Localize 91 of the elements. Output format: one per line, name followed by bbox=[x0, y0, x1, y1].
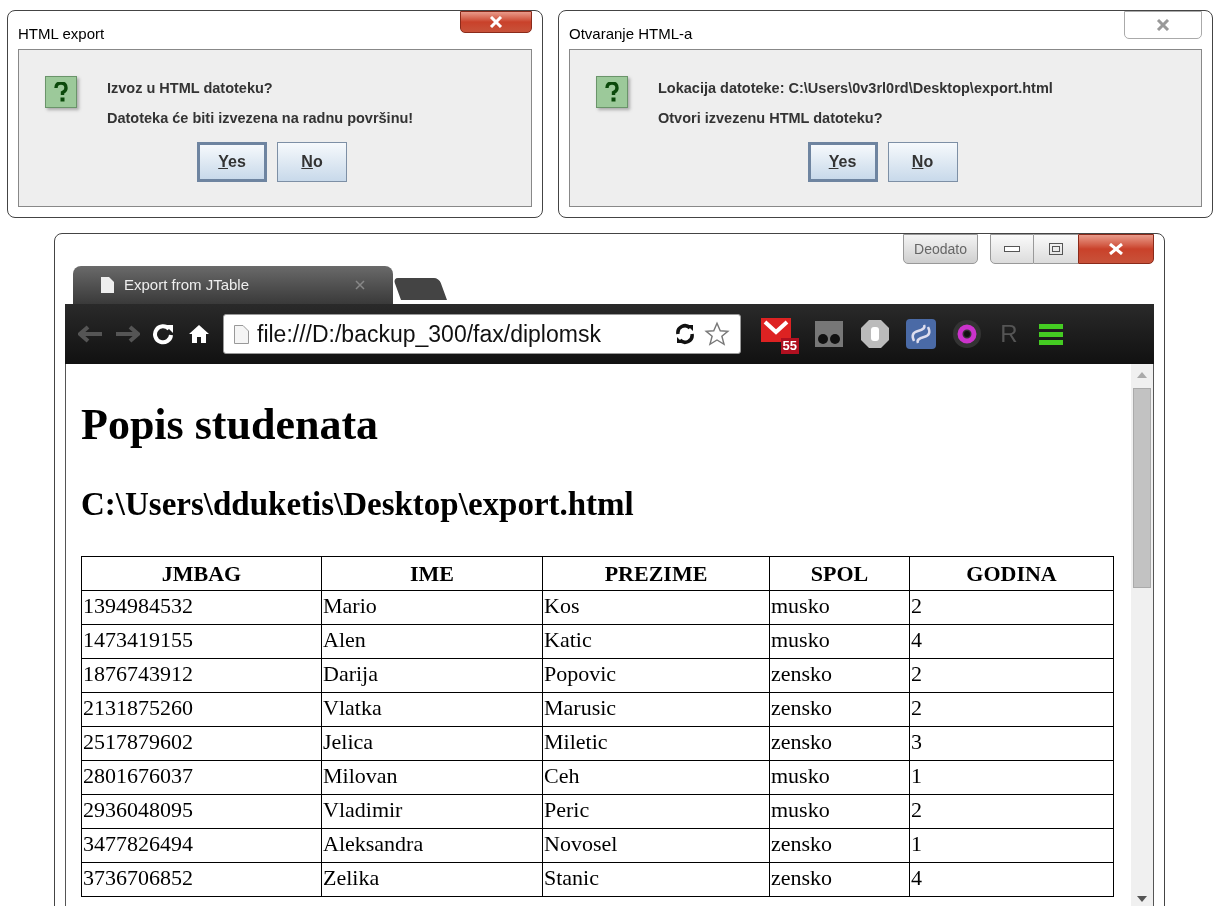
close-icon[interactable] bbox=[355, 280, 365, 290]
question-icon bbox=[596, 76, 628, 108]
table-cell: Kos bbox=[542, 590, 770, 625]
table-cell: musko bbox=[769, 590, 910, 625]
table-cell: musko bbox=[769, 624, 910, 659]
close-icon bbox=[489, 16, 503, 28]
table-cell: Popovic bbox=[542, 658, 770, 693]
dialog-message: Otvori izvezenu HTML datoteku? bbox=[658, 108, 884, 128]
table-cell: Zelika bbox=[321, 862, 543, 897]
table-cell: 2801676037 bbox=[81, 760, 322, 795]
table-cell: Peric bbox=[542, 794, 770, 829]
mail-count-badge: 55 bbox=[780, 338, 799, 354]
table-cell: 2 bbox=[909, 794, 1114, 829]
maximize-icon bbox=[1049, 243, 1063, 255]
page-subheading: C:\Users\dduketis\Desktop\export.html bbox=[81, 485, 635, 524]
tab-title: Export from JTable bbox=[124, 274, 251, 295]
table-cell: Mario bbox=[321, 590, 543, 625]
table-cell: zensko bbox=[769, 862, 910, 897]
minimize-button[interactable] bbox=[990, 234, 1034, 264]
table-cell: 1 bbox=[909, 760, 1114, 795]
table-cell: musko bbox=[769, 760, 910, 795]
table-cell: zensko bbox=[769, 658, 910, 693]
table-cell: zensko bbox=[769, 692, 910, 727]
table-cell: Vlatka bbox=[321, 692, 543, 727]
table-cell: Alen bbox=[321, 624, 543, 659]
table-cell: 1473419155 bbox=[81, 624, 322, 659]
url-text: file:///D:/backup_300/fax/diplomsk bbox=[257, 319, 602, 349]
table-cell: Milovan bbox=[321, 760, 543, 795]
column-header: JMBAG bbox=[81, 556, 322, 591]
close-icon bbox=[1108, 243, 1124, 255]
table-cell: 3 bbox=[909, 726, 1114, 761]
page-icon bbox=[234, 324, 249, 344]
dialog-button[interactable]: Yes bbox=[197, 141, 267, 182]
column-header: GODINA bbox=[909, 556, 1114, 591]
table-cell: zensko bbox=[769, 828, 910, 863]
address-bar[interactable]: file:///D:/backup_300/fax/diplomsk bbox=[223, 314, 741, 354]
table-cell: zensko bbox=[769, 726, 910, 761]
table-cell: 3736706852 bbox=[81, 862, 322, 897]
table-cell: Katic bbox=[542, 624, 770, 659]
dialog-message: Datoteka će biti izvezena na radnu površinu! bbox=[107, 108, 414, 128]
table-cell: Miletic bbox=[542, 726, 770, 761]
star-icon[interactable] bbox=[704, 321, 730, 347]
table-cell: 1394984532 bbox=[81, 590, 322, 625]
dialog-title: HTML export bbox=[18, 24, 105, 44]
column-header: SPOL bbox=[769, 556, 910, 591]
table-cell: Jelica bbox=[321, 726, 543, 761]
column-header: IME bbox=[321, 556, 543, 591]
dialog-message: Izvoz u HTML datoteku? bbox=[107, 79, 274, 98]
color-wheel-icon[interactable] bbox=[951, 318, 983, 350]
table-cell: 1 bbox=[909, 828, 1114, 863]
browser-tab[interactable]: Export from JTable bbox=[73, 266, 393, 304]
scrollbar-thumb[interactable] bbox=[1133, 388, 1151, 588]
scrollbar[interactable] bbox=[1131, 364, 1153, 906]
minimize-icon bbox=[1004, 246, 1020, 252]
dialog-button[interactable]: No bbox=[887, 141, 958, 182]
dialog-title: Otvaranje HTML-a bbox=[569, 24, 693, 44]
table-cell: 4 bbox=[909, 862, 1114, 897]
sync-icon[interactable] bbox=[674, 323, 696, 345]
dialog-button[interactable]: No bbox=[277, 141, 347, 182]
close-button[interactable] bbox=[1078, 234, 1154, 264]
close-icon bbox=[1156, 19, 1170, 31]
table-cell: 2 bbox=[909, 658, 1114, 693]
table-cell: Darija bbox=[321, 658, 543, 693]
table-cell: Novosel bbox=[542, 828, 770, 863]
extension-icon[interactable] bbox=[905, 318, 937, 350]
table-cell: Aleksandra bbox=[321, 828, 543, 863]
close-button[interactable] bbox=[460, 11, 532, 33]
question-icon bbox=[45, 76, 77, 108]
new-tab-button[interactable] bbox=[393, 278, 447, 300]
table-cell: 1876743912 bbox=[81, 658, 322, 693]
table-cell: 2936048095 bbox=[81, 794, 322, 829]
table-cell: 2131875260 bbox=[81, 692, 322, 727]
table-cell: 2 bbox=[909, 692, 1114, 727]
table-cell: 3477826494 bbox=[81, 828, 322, 863]
table-cell: 4 bbox=[909, 624, 1114, 659]
table-cell: 2517879602 bbox=[81, 726, 322, 761]
table-cell: Stanic bbox=[542, 862, 770, 897]
dialog-button[interactable]: Yes bbox=[807, 141, 878, 182]
table-cell: Ceh bbox=[542, 760, 770, 795]
maximize-button[interactable] bbox=[1034, 234, 1078, 264]
table-cell: 2 bbox=[909, 590, 1114, 625]
table-cell: Vladimir bbox=[321, 794, 543, 829]
dialog-message: Lokacija datoteke: C:\Users\0v3rl0rd\Desktop\export.html bbox=[658, 79, 1053, 98]
page-icon bbox=[101, 277, 114, 293]
profile-badge[interactable]: Deodato bbox=[903, 234, 978, 264]
scroll-down-icon[interactable] bbox=[1137, 896, 1147, 902]
page-heading: Popis studenata bbox=[81, 400, 380, 450]
table-cell: musko bbox=[769, 794, 910, 829]
hand-stop-icon[interactable] bbox=[859, 318, 891, 350]
column-header: PREZIME bbox=[542, 556, 770, 591]
table-cell: Marusic bbox=[542, 692, 770, 727]
